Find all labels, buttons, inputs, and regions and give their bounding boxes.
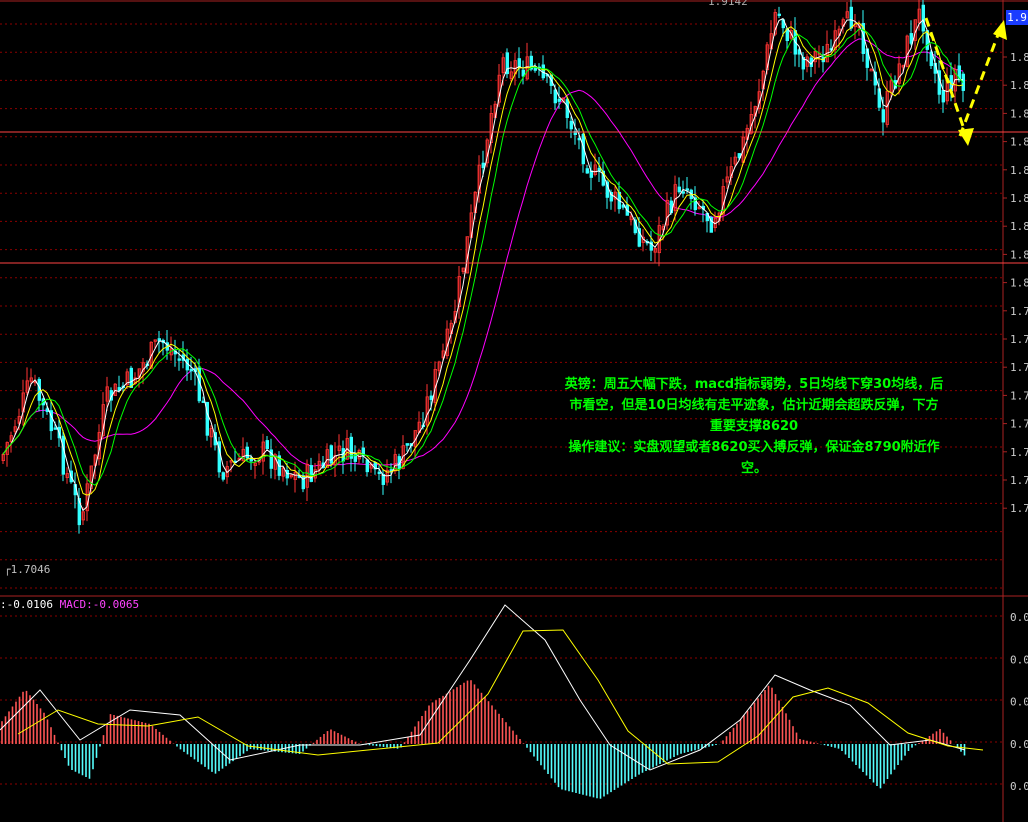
low-marker: ┌: [4, 563, 11, 576]
candle-body: [245, 446, 249, 459]
candle-body: [405, 443, 409, 446]
up-arrow-shaft: [958, 31, 1001, 137]
candle-body: [777, 13, 781, 16]
candle-body: [265, 440, 269, 450]
macd-value: MACD:-0.0065: [59, 598, 140, 611]
macd-panel: [0, 604, 984, 799]
axis-tick-label: 1.8: [1010, 51, 1028, 64]
axis-tick-label: 1.7: [1010, 418, 1028, 431]
axis-tick-label: 1.8: [1010, 79, 1028, 92]
dif-value: :-0.0106: [0, 598, 53, 611]
candle-body: [553, 89, 557, 104]
axis-tick-label: 1.7: [1010, 361, 1028, 374]
candle-body: [201, 400, 205, 403]
candle-body: [377, 471, 381, 474]
candle-body: [681, 191, 685, 194]
candle-body: [53, 427, 57, 430]
candle-body: [569, 120, 573, 130]
axis-tick-label: 1.7: [1010, 389, 1028, 402]
candle-body: [597, 167, 601, 172]
axis-tick-label: 1.7: [1010, 305, 1028, 318]
price-top-label: 1.9142: [708, 0, 748, 8]
annotation-line: 空。: [740, 461, 767, 476]
candle-body: [61, 435, 65, 475]
current-price-tag: 1.9: [1006, 10, 1028, 25]
price-low-label: ┌1.7046: [4, 563, 50, 576]
axis-tick-label: 1.7: [1010, 446, 1028, 459]
candle-body: [685, 188, 689, 191]
axis-tick-label: 1.7: [1010, 502, 1028, 515]
low-value: 1.7046: [10, 563, 51, 576]
candle-body: [881, 109, 885, 123]
macd-axis-label: 0.0: [1010, 653, 1028, 666]
candle-body: [557, 98, 561, 102]
candle-body: [177, 358, 181, 361]
candle-body: [481, 162, 485, 169]
candle-body: [221, 472, 225, 480]
axis-tick-label: 1.8: [1010, 192, 1028, 205]
candle-body: [921, 4, 925, 32]
macd-axis-label: 0.0: [1010, 738, 1028, 751]
axis-tick-label: 1.8: [1010, 136, 1028, 149]
candle-body: [849, 6, 853, 29]
candle-body: [365, 459, 369, 473]
axis-tick-label: 1.7: [1010, 474, 1028, 487]
candle-body: [517, 58, 521, 68]
candle-body: [585, 168, 589, 174]
axis-tick-label: 1.8: [1010, 107, 1028, 120]
macd-axis-label: 0.0: [1010, 696, 1028, 709]
macd-axis-label: 0.0: [1010, 780, 1028, 793]
annotation-line: 操作建议：实盘观望或者8620买入搏反弹，保证金8790附近作: [568, 440, 940, 455]
axis-tick-label: 1.8: [1010, 220, 1028, 233]
candle-body: [677, 186, 681, 193]
candle-body: [129, 367, 133, 388]
annotation-line: 英镑：周五大幅下跌，macd指标弱势，5日均线下穿30均线，后: [564, 377, 944, 392]
y-axis: 1.8 1.8 1.8 1.8 1.8 1.8 1.8 1.8 1.8 1.7 1.7 1.7 1.7 1…: [1003, 51, 1028, 793]
dif-line: [0, 604, 966, 771]
axis-tick-label: 1.8: [1010, 277, 1028, 290]
support-levels: [0, 131, 1028, 264]
axis-tick-label: 1.7: [1010, 333, 1028, 346]
candle-body: [189, 369, 193, 372]
candle-body: [301, 475, 305, 490]
analysis-annotation: 英镑：周五大幅下跌，macd指标弱势，5日均线下穿30均线，后 市看空，但是10…: [520, 374, 988, 479]
up-arrow-head: [993, 20, 1007, 40]
candle-body: [941, 90, 945, 103]
annotation-line: 市看空，但是10日均线有走平迹象，估计近期会超跌反弹，下方: [569, 398, 939, 413]
candle-body: [309, 465, 313, 482]
axis-tick-label: 1.8: [1010, 164, 1028, 177]
annotation-line: 重要支撑8620: [709, 419, 799, 434]
candle-body: [429, 395, 433, 400]
candle-body: [389, 469, 393, 472]
macd-values: :-0.0106 MACD:-0.0065: [0, 598, 139, 611]
macd-axis-label: 0.0: [1010, 611, 1028, 624]
axis-tick-label: 1.8: [1010, 248, 1028, 261]
